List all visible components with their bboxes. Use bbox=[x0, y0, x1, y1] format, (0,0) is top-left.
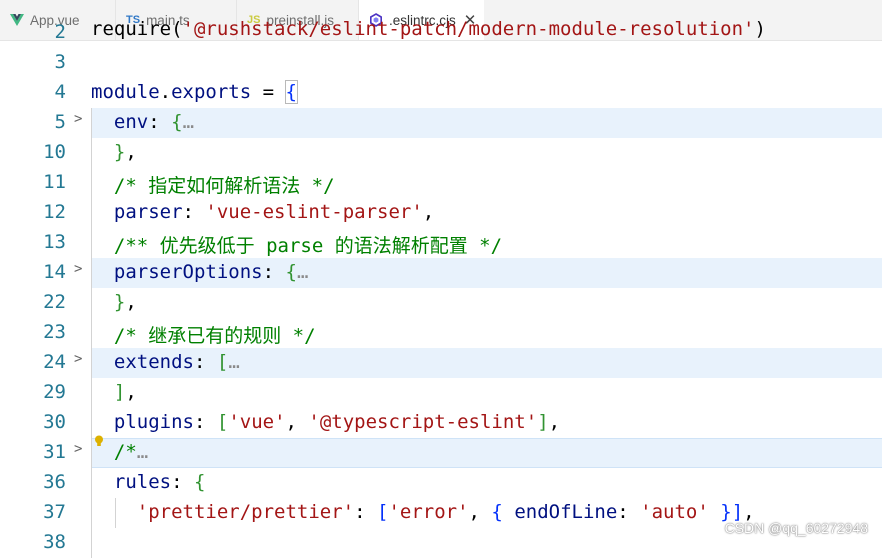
code-text[interactable]: env: {… bbox=[91, 111, 194, 133]
code-text: rules: { bbox=[113, 471, 206, 493]
line-number: 38 bbox=[43, 531, 66, 553]
line-number: 29 bbox=[43, 381, 66, 403]
line-number: 10 bbox=[43, 141, 66, 163]
line-number: 37 bbox=[43, 501, 66, 523]
code-line: 11 /* 指定如何解析语法 */ bbox=[0, 168, 882, 198]
chevron-right-icon[interactable]: > bbox=[74, 111, 82, 127]
line-number: 11 bbox=[43, 171, 66, 193]
code-line: 13 /** 优先级低于 parse 的语法解析配置 */ bbox=[0, 228, 882, 258]
code-line: 22 }, bbox=[0, 288, 882, 318]
code-line: 5 > env: {… bbox=[0, 108, 882, 138]
line-number: 31 bbox=[43, 441, 66, 463]
line-number: 22 bbox=[43, 291, 66, 313]
code-line: 23 /* 继承已有的规则 */ bbox=[0, 318, 882, 348]
code-line: 2 require('@rushstack/eslint-patch/moder… bbox=[0, 18, 882, 48]
indent-guide bbox=[91, 528, 92, 558]
chevron-right-icon[interactable]: > bbox=[74, 261, 82, 277]
code-line: 14 > parserOptions: {… bbox=[0, 258, 882, 288]
line-number: 30 bbox=[43, 411, 66, 433]
code-text[interactable]: parserOptions: {… bbox=[91, 261, 309, 283]
fold-highlight bbox=[91, 438, 882, 468]
code-text: }, bbox=[113, 141, 137, 163]
line-number: 13 bbox=[43, 231, 66, 253]
watermark: CSDN @qq_60272948 bbox=[724, 520, 868, 536]
line-number: 12 bbox=[43, 201, 66, 223]
line-number: 5 bbox=[54, 111, 66, 133]
code-text: require('@rushstack/eslint-patch/modern-… bbox=[91, 18, 766, 40]
line-number: 2 bbox=[54, 21, 66, 43]
code-line: 10 }, bbox=[0, 138, 882, 168]
chevron-right-icon[interactable]: > bbox=[74, 351, 82, 367]
code-text: /* 继承已有的规则 */ bbox=[91, 325, 316, 347]
code-text: /* 指定如何解析语法 */ bbox=[91, 175, 335, 197]
code-line: 29 ], bbox=[0, 378, 882, 408]
code-line: 30 plugins: ['vue', '@typescript-eslint'… bbox=[0, 408, 882, 438]
code-text: parser: 'vue-eslint-parser', bbox=[113, 201, 435, 223]
fold-highlight bbox=[91, 108, 882, 138]
line-number: 36 bbox=[43, 471, 66, 493]
code-line: 4 module.exports = { bbox=[0, 78, 882, 108]
code-line: 24 > extends: [… bbox=[0, 348, 882, 378]
line-number: 24 bbox=[43, 351, 66, 373]
code-line: 3 bbox=[0, 48, 882, 78]
code-line: 36 rules: { bbox=[0, 468, 882, 498]
code-text[interactable]: /*… bbox=[91, 441, 148, 463]
chevron-right-icon[interactable]: > bbox=[74, 441, 82, 457]
code-editor[interactable]: 2 require('@rushstack/eslint-patch/moder… bbox=[0, 18, 882, 558]
line-number: 4 bbox=[54, 81, 66, 103]
line-number: 3 bbox=[54, 51, 66, 73]
code-text: ], bbox=[113, 381, 137, 403]
code-text: module.exports = { bbox=[91, 80, 298, 104]
code-line: 12 parser: 'vue-eslint-parser', bbox=[0, 198, 882, 228]
code-line: 31 > /*… bbox=[0, 435, 882, 468]
line-number: 23 bbox=[43, 321, 66, 343]
code-text: 'prettier/prettier': ['error', { endOfLi… bbox=[136, 501, 755, 523]
code-text: /** 优先级低于 parse 的语法解析配置 */ bbox=[91, 235, 503, 257]
line-number: 14 bbox=[43, 261, 66, 283]
code-text: plugins: ['vue', '@typescript-eslint'], bbox=[113, 411, 561, 433]
code-text: }, bbox=[113, 291, 137, 313]
code-text[interactable]: extends: [… bbox=[91, 351, 240, 373]
